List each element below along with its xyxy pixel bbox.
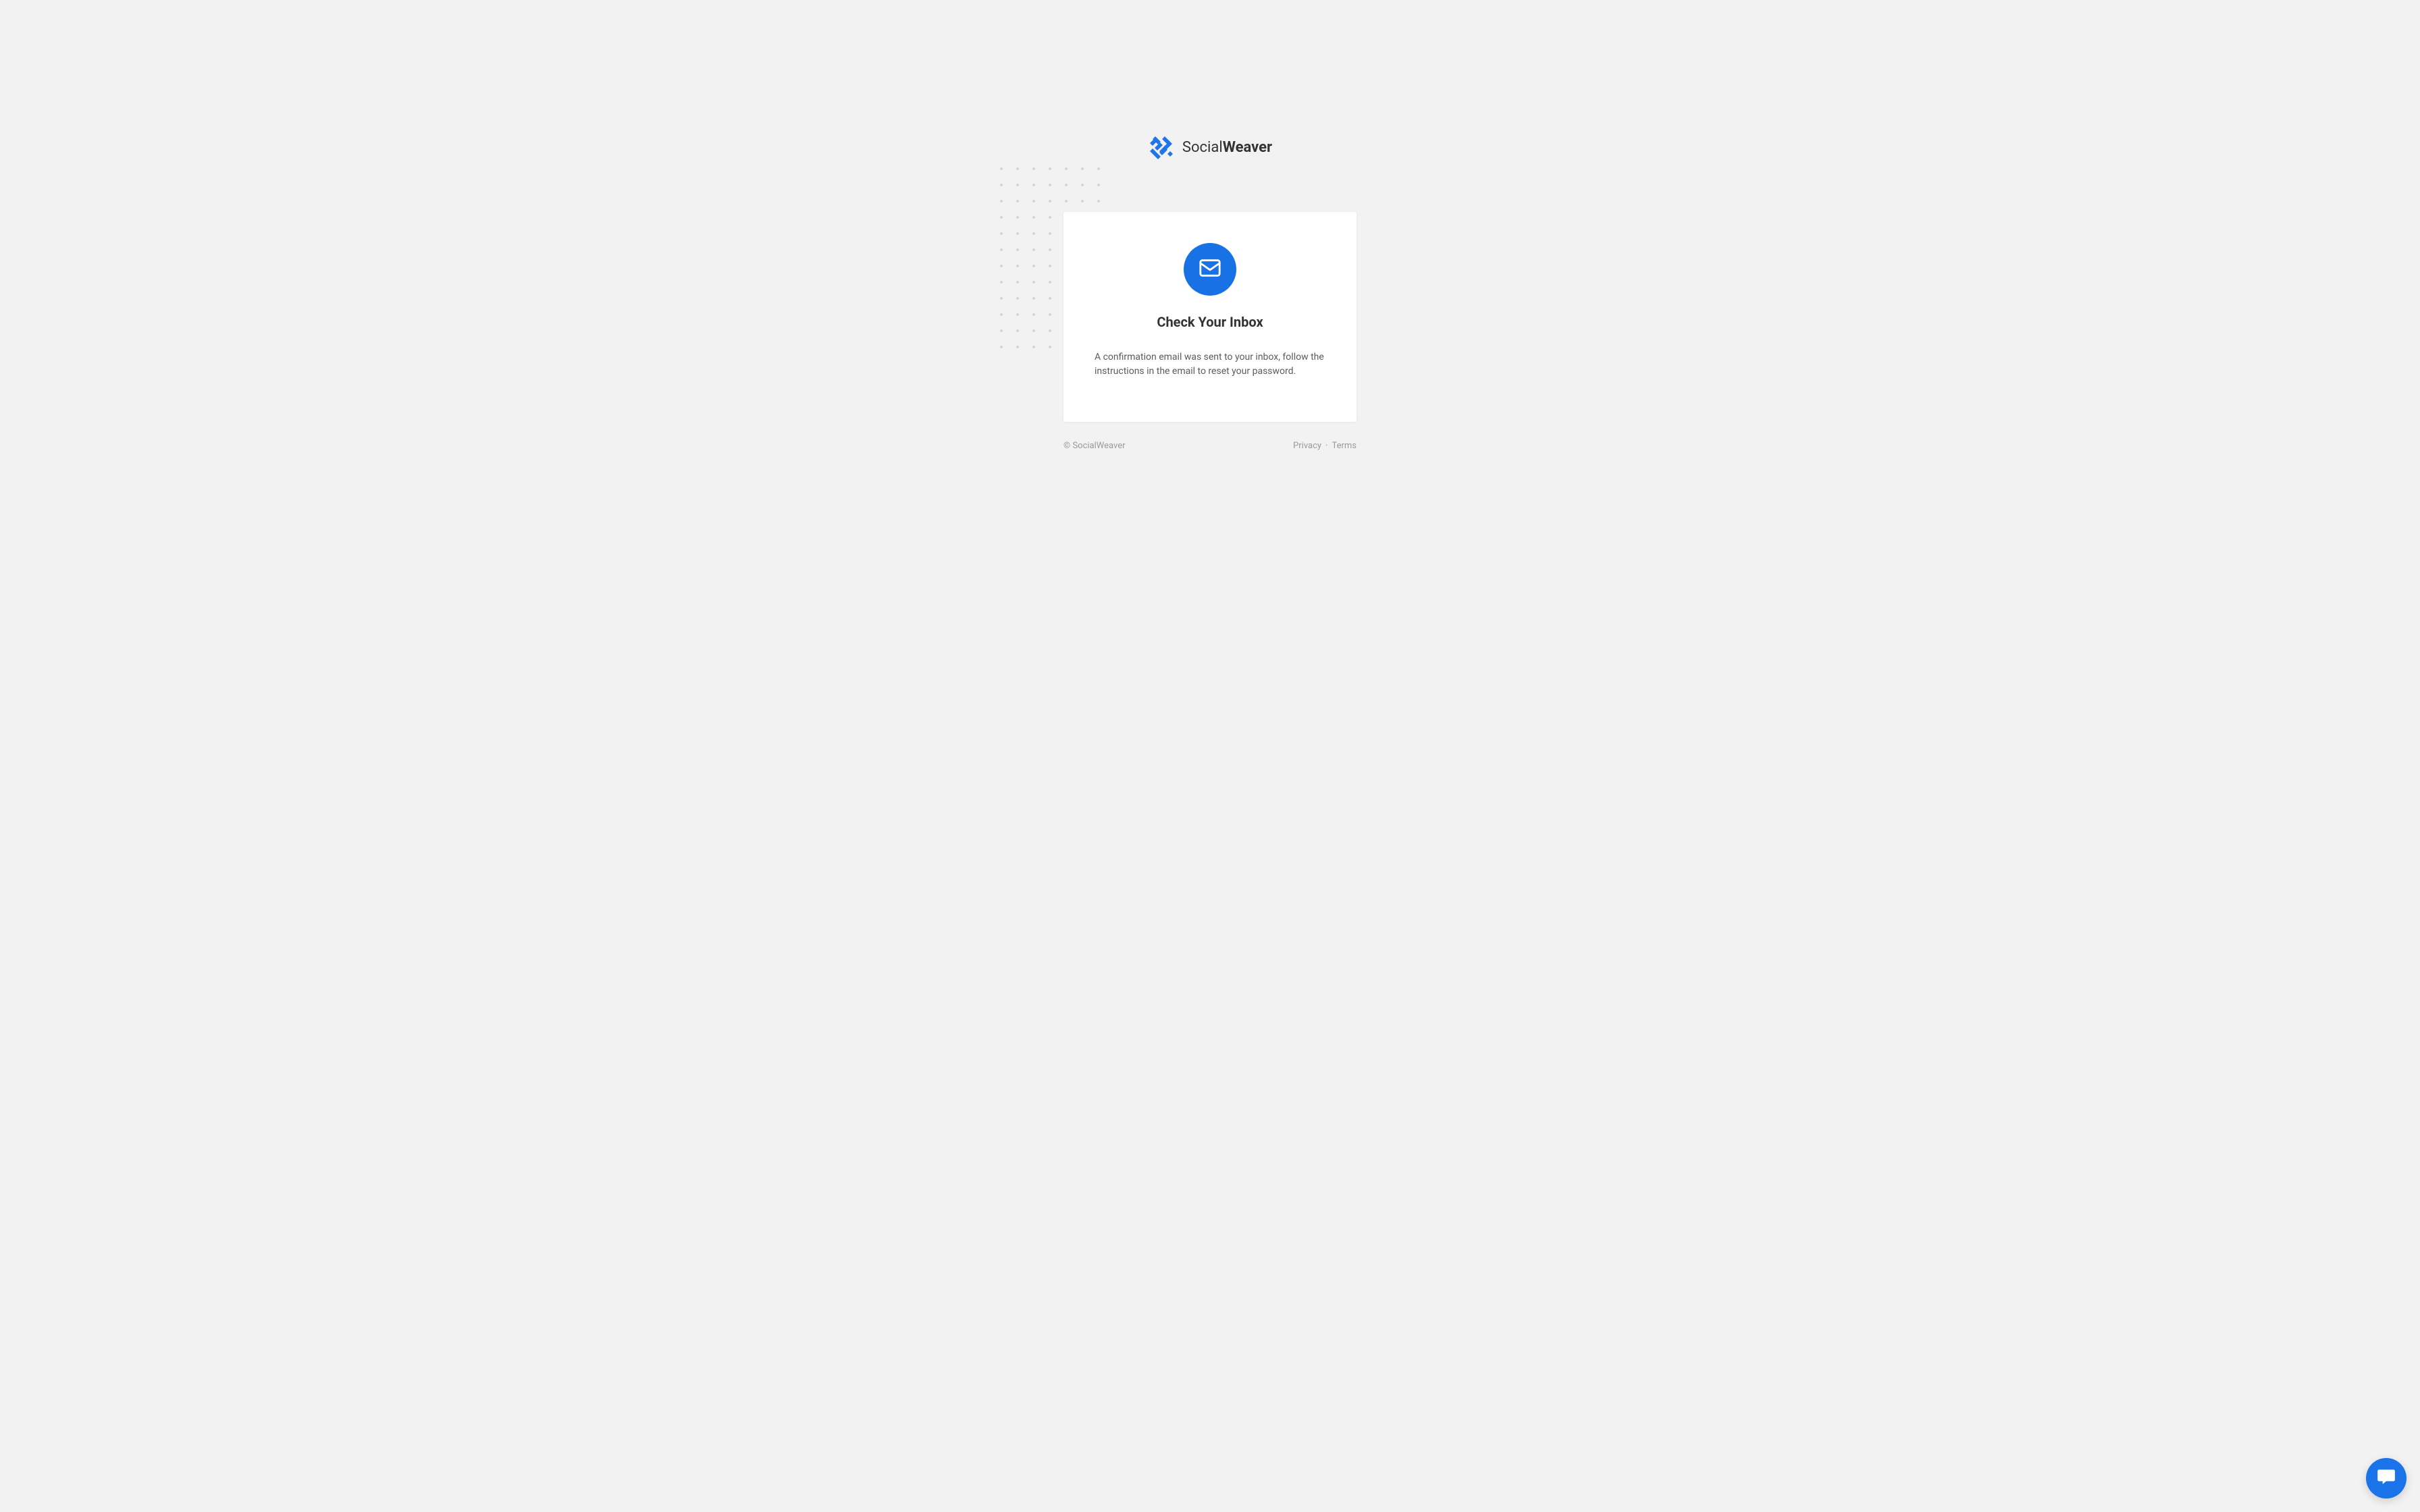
copyright-text: © SocialWeaver (1063, 441, 1126, 451)
page-heading: Check Your Inbox (1157, 314, 1263, 330)
confirmation-card: Check Your Inbox A confirmation email wa… (1063, 212, 1357, 422)
mail-icon-circle (1184, 243, 1236, 296)
logo-text: SocialWeaver (1182, 139, 1272, 156)
mail-icon (1199, 256, 1221, 282)
chat-icon (2376, 1467, 2396, 1490)
logo-text-light: Social (1182, 139, 1223, 156)
logo: SocialWeaver (1148, 134, 1272, 161)
footer-links: Privacy · Terms (1293, 441, 1357, 451)
privacy-link[interactable]: Privacy (1293, 441, 1321, 451)
chat-widget-button[interactable] (2366, 1458, 2406, 1498)
logo-icon (1148, 134, 1175, 161)
logo-text-bold: Weaver (1223, 139, 1272, 156)
description-text: A confirmation email was sent to your in… (1095, 350, 1325, 379)
footer: © SocialWeaver Privacy · Terms (1063, 441, 1357, 451)
terms-link[interactable]: Terms (1332, 441, 1357, 451)
page-container: SocialWeaver Check Your Inbox A confirma… (1063, 134, 1357, 451)
footer-separator: · (1325, 441, 1327, 451)
